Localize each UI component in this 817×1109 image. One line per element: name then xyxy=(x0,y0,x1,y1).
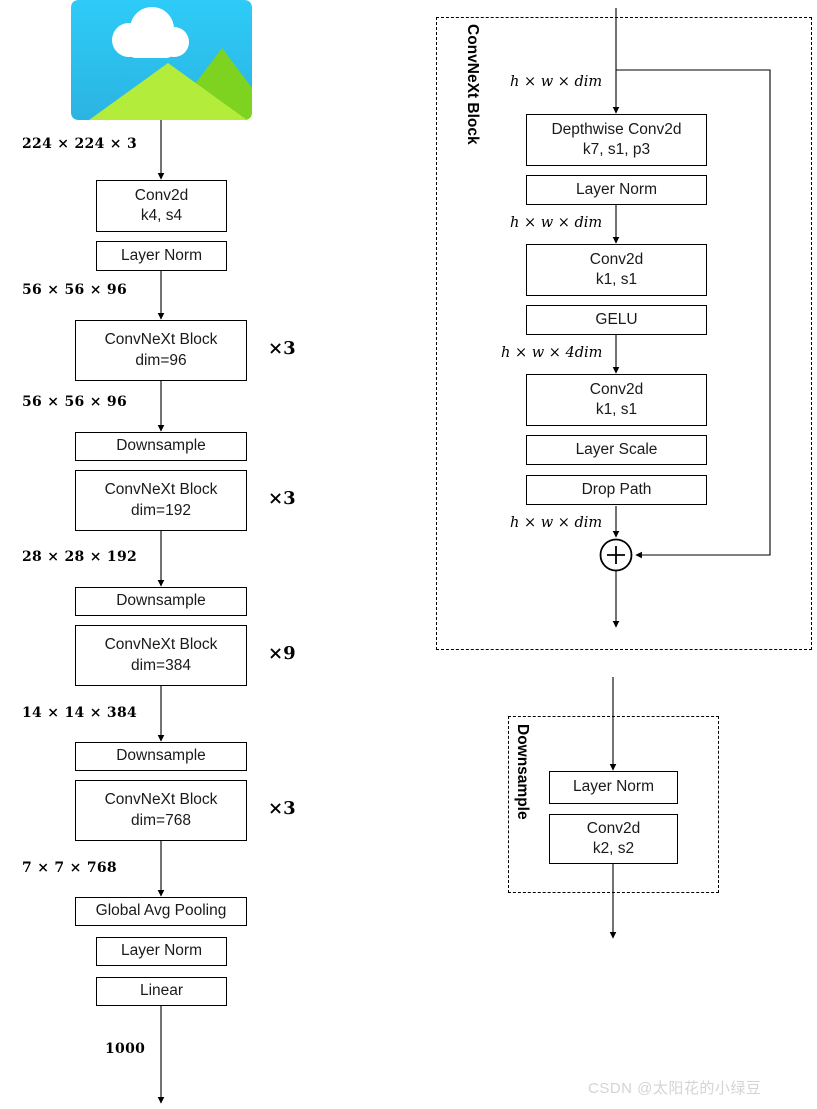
node-downsample-conv2d-line1: Conv2d xyxy=(586,819,641,837)
node-downsample-conv2d-line2: k2, s2 xyxy=(592,840,635,857)
node-downsample-conv2d[interactable]: Conv2d k2, s2 xyxy=(549,814,678,864)
node-head-layer-norm-line1: Layer Norm xyxy=(121,942,202,960)
convnext-block-group-title: ConvNeXt Block xyxy=(464,24,481,145)
node-depthwise-conv2d[interactable]: Depthwise Conv2d k7, s1, p3 xyxy=(526,114,707,166)
node-stage2-convnext-block[interactable]: ConvNeXt Block dim=192 xyxy=(75,470,247,531)
node-downsample-3-line1: Downsample xyxy=(116,747,206,765)
node-downsample-layer-norm-line1: Layer Norm xyxy=(573,778,654,796)
node-stem-layer-norm[interactable]: Layer Norm xyxy=(96,241,227,271)
shape-label-block-mid: h × w × dim xyxy=(510,215,603,231)
node-global-avg-pooling-line1: Global Avg Pooling xyxy=(95,902,227,920)
downsample-group-title: Downsample xyxy=(514,724,531,820)
node-stage4-line1: ConvNeXt Block xyxy=(104,791,218,809)
node-stage3-line1: ConvNeXt Block xyxy=(104,636,218,654)
node-stage2-line2: dim=192 xyxy=(131,501,191,519)
node-gelu[interactable]: GELU xyxy=(526,305,707,335)
node-drop-path[interactable]: Drop Path xyxy=(526,475,707,505)
repeat-label-stage1: ×3 xyxy=(268,338,296,359)
shape-label-stage4-out: 7 × 7 × 768 xyxy=(22,860,117,876)
node-downsample-1[interactable]: Downsample xyxy=(75,432,247,461)
node-stem-conv-line1: Conv2d xyxy=(134,186,189,204)
node-stage3-line2: dim=384 xyxy=(131,656,191,674)
node-downsample-2[interactable]: Downsample xyxy=(75,587,247,616)
node-global-avg-pooling[interactable]: Global Avg Pooling xyxy=(75,897,247,926)
node-stage1-convnext-block[interactable]: ConvNeXt Block dim=96 xyxy=(75,320,247,381)
shape-label-stage2-out: 28 × 28 × 192 xyxy=(22,549,138,565)
node-head-layer-norm[interactable]: Layer Norm xyxy=(96,937,227,966)
input-image-thumbnail xyxy=(71,0,252,120)
node-layer-scale[interactable]: Layer Scale xyxy=(526,435,707,465)
node-pointwise-conv2d-1-line1: Conv2d xyxy=(589,250,644,268)
shape-label-stage1-in: 56 × 56 × 96 xyxy=(22,282,128,298)
node-downsample-layer-norm[interactable]: Layer Norm xyxy=(549,771,678,804)
node-depthwise-conv2d-line1: Depthwise Conv2d xyxy=(551,120,682,138)
node-block-layer-norm[interactable]: Layer Norm xyxy=(526,175,707,205)
node-layer-scale-line1: Layer Scale xyxy=(575,440,658,458)
shape-label-stage3-out: 14 × 14 × 384 xyxy=(22,705,138,721)
repeat-label-stage4: ×3 xyxy=(268,798,296,819)
node-stem-layer-norm-line1: Layer Norm xyxy=(121,246,202,264)
shape-label-block-out: h × w × dim xyxy=(510,515,603,531)
node-head-linear[interactable]: Linear xyxy=(96,977,227,1006)
repeat-label-stage2: ×3 xyxy=(268,488,296,509)
node-pointwise-conv2d-2-line1: Conv2d xyxy=(589,380,644,398)
node-stage2-line1: ConvNeXt Block xyxy=(104,481,218,499)
repeat-label-stage3: ×9 xyxy=(268,643,296,664)
shape-label-logits: 1000 xyxy=(105,1041,146,1057)
node-depthwise-conv2d-line2: k7, s1, p3 xyxy=(582,141,651,158)
node-stage3-convnext-block[interactable]: ConvNeXt Block dim=384 xyxy=(75,625,247,686)
node-downsample-2-line1: Downsample xyxy=(116,592,206,610)
node-pointwise-conv2d-2-line2: k1, s1 xyxy=(595,401,638,418)
node-drop-path-line1: Drop Path xyxy=(581,480,652,498)
node-stem-conv-line2: k4, s4 xyxy=(140,207,183,224)
node-downsample-1-line1: Downsample xyxy=(116,437,206,455)
node-stage1-line2: dim=96 xyxy=(135,351,187,369)
csdn-watermark: CSDN @太阳花的小绿豆 xyxy=(588,1080,762,1097)
node-pointwise-conv2d-1[interactable]: Conv2d k1, s1 xyxy=(526,244,707,296)
node-downsample-3[interactable]: Downsample xyxy=(75,742,247,771)
shape-label-stage1-out: 56 × 56 × 96 xyxy=(22,394,128,410)
node-gelu-line1: GELU xyxy=(595,310,638,328)
node-block-layer-norm-line1: Layer Norm xyxy=(576,180,657,198)
shape-label-block-in: h × w × dim xyxy=(510,74,603,90)
image-placeholder-icon xyxy=(71,0,252,120)
shape-label-block-4dim: h × w × 4dim xyxy=(501,345,603,361)
downsample-group xyxy=(508,716,719,893)
node-stage4-convnext-block[interactable]: ConvNeXt Block dim=768 xyxy=(75,780,247,841)
node-head-linear-line1: Linear xyxy=(139,982,184,1000)
shape-label-input: 224 × 224 × 3 xyxy=(22,136,138,152)
node-stage1-line1: ConvNeXt Block xyxy=(104,331,218,349)
node-stem-conv[interactable]: Conv2d k4, s4 xyxy=(96,180,227,232)
node-pointwise-conv2d-2[interactable]: Conv2d k1, s1 xyxy=(526,374,707,426)
node-stage4-line2: dim=768 xyxy=(131,811,191,829)
node-pointwise-conv2d-1-line2: k1, s1 xyxy=(595,271,638,288)
